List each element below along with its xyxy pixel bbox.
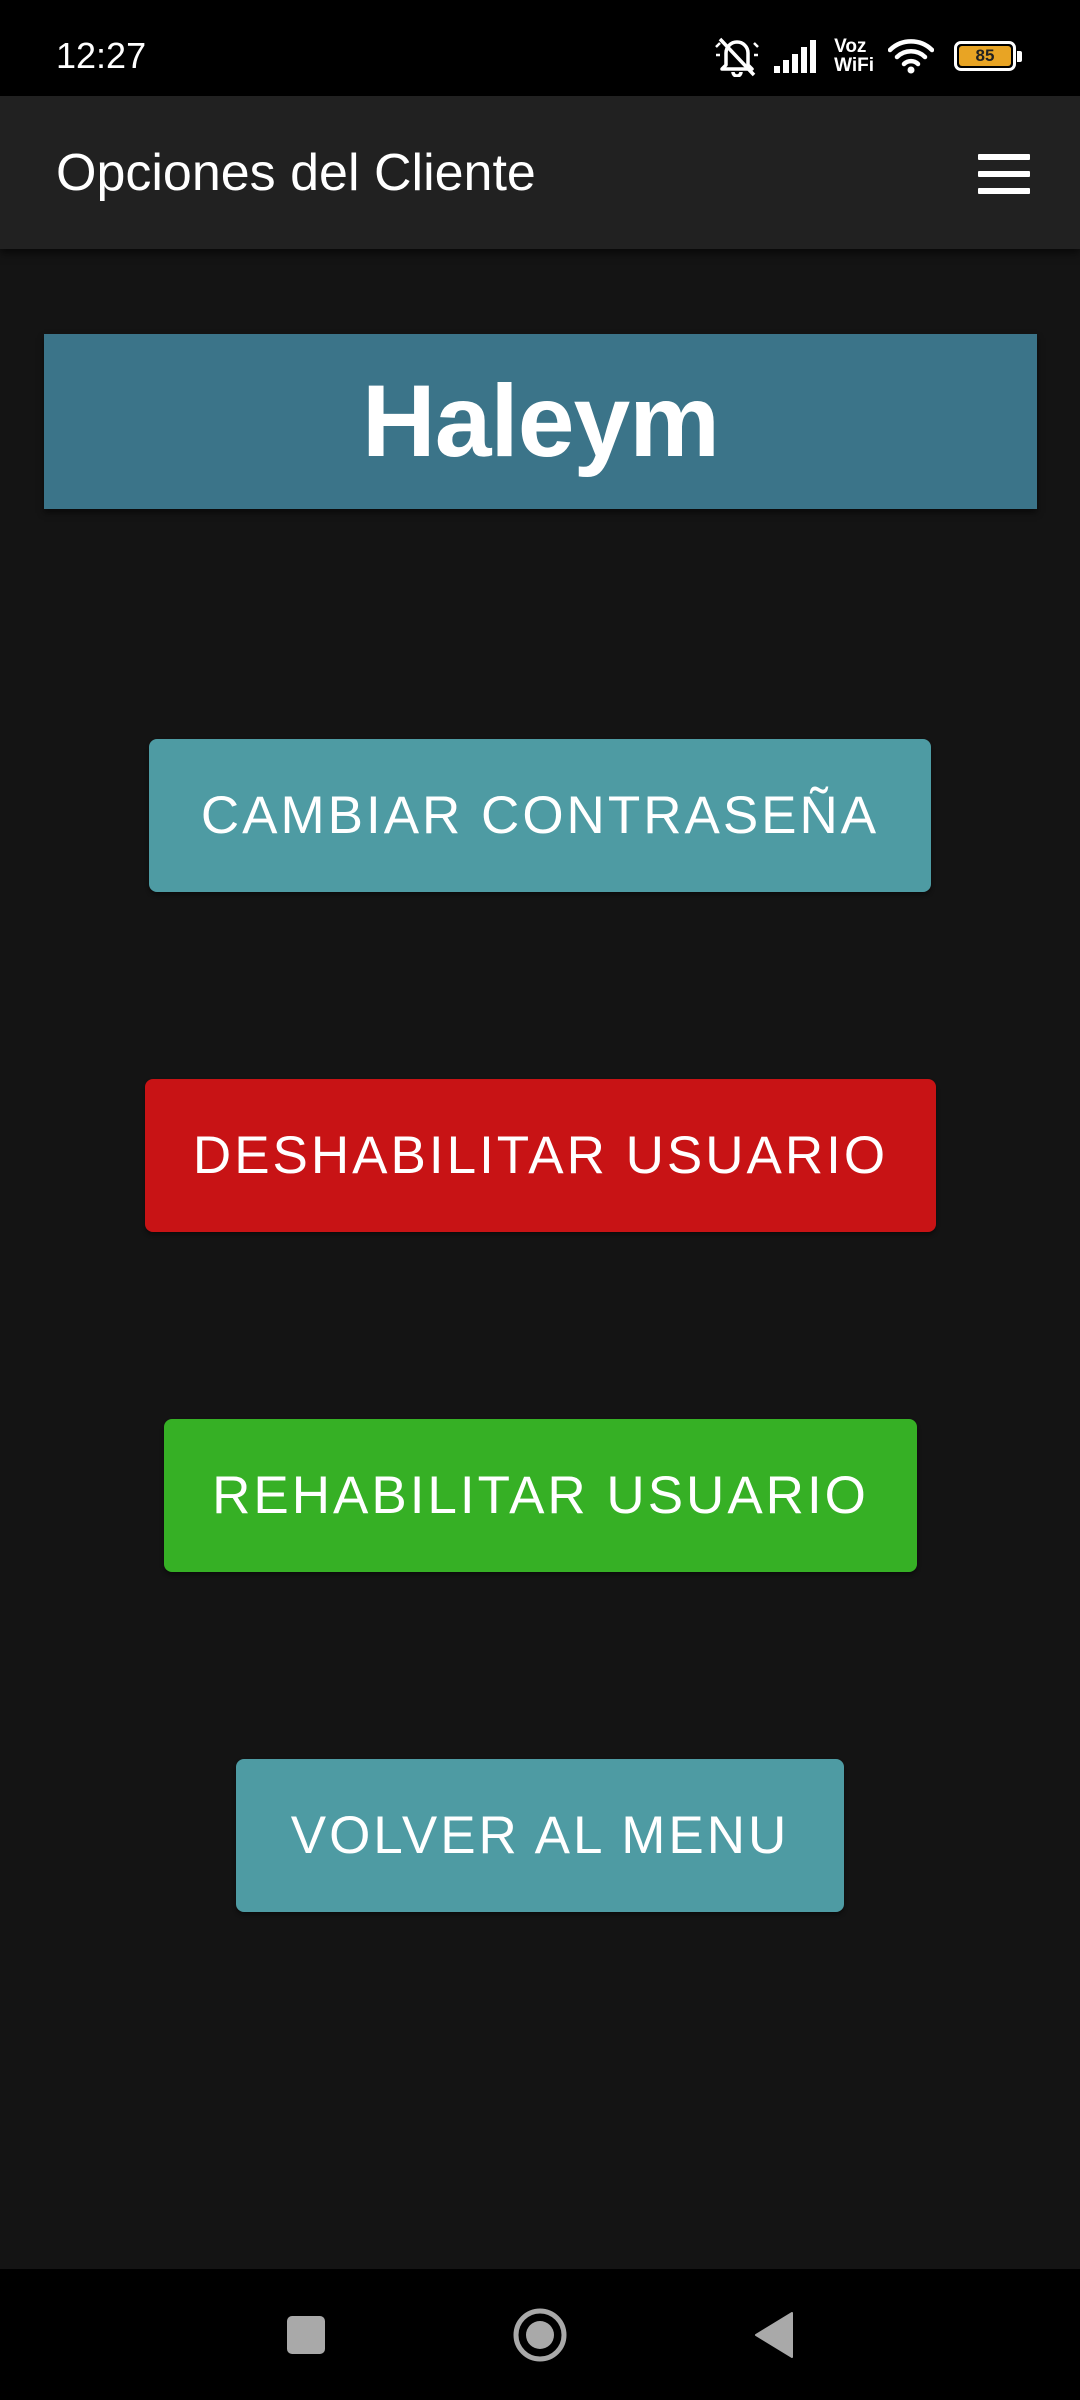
signal-icon — [774, 40, 817, 73]
change-password-button[interactable]: CAMBIAR CONTRASEÑA — [149, 739, 931, 892]
disable-user-label: DESHABILITAR USUARIO — [192, 1126, 889, 1185]
status-bar: 12:27 Voz WiFi 85 — [0, 0, 1080, 96]
enable-user-button[interactable]: REHABILITAR USUARIO — [164, 1419, 917, 1572]
voz-label: Voz — [834, 36, 867, 57]
content-area: Haleym CAMBIAR CONTRASEÑA DESHABILITAR U… — [0, 249, 1080, 2269]
recents-icon — [287, 2315, 325, 2354]
status-icons: Voz WiFi 85 — [714, 34, 1022, 78]
wifi-label: WiFi — [834, 55, 874, 76]
client-name-banner: Haleym — [44, 334, 1037, 509]
client-name: Haleym — [362, 364, 720, 478]
hamburger-menu-icon[interactable] — [978, 154, 1030, 194]
back-button[interactable] — [704, 2269, 844, 2400]
change-password-label: CAMBIAR CONTRASEÑA — [200, 786, 880, 845]
back-to-menu-label: VOLVER AL MENU — [290, 1806, 790, 1865]
page-title: Opciones del Cliente — [56, 144, 536, 202]
app-bar: Opciones del Cliente — [0, 96, 1080, 249]
wifi-icon — [888, 39, 934, 74]
mute-icon — [715, 37, 759, 77]
back-to-menu-button[interactable]: VOLVER AL MENU — [236, 1759, 844, 1912]
battery-icon: 85 — [954, 41, 1022, 71]
disable-user-button[interactable]: DESHABILITAR USUARIO — [145, 1079, 936, 1232]
home-icon — [513, 2308, 567, 2361]
status-time: 12:27 — [56, 35, 147, 76]
system-nav-bar — [0, 2269, 1080, 2400]
battery-level: 85 — [959, 46, 1011, 66]
back-icon — [755, 2311, 793, 2358]
enable-user-label: REHABILITAR USUARIO — [212, 1466, 869, 1525]
voz-wifi-label: Voz WiFi — [834, 37, 874, 75]
recents-button[interactable] — [236, 2269, 376, 2400]
home-button[interactable] — [470, 2269, 610, 2400]
